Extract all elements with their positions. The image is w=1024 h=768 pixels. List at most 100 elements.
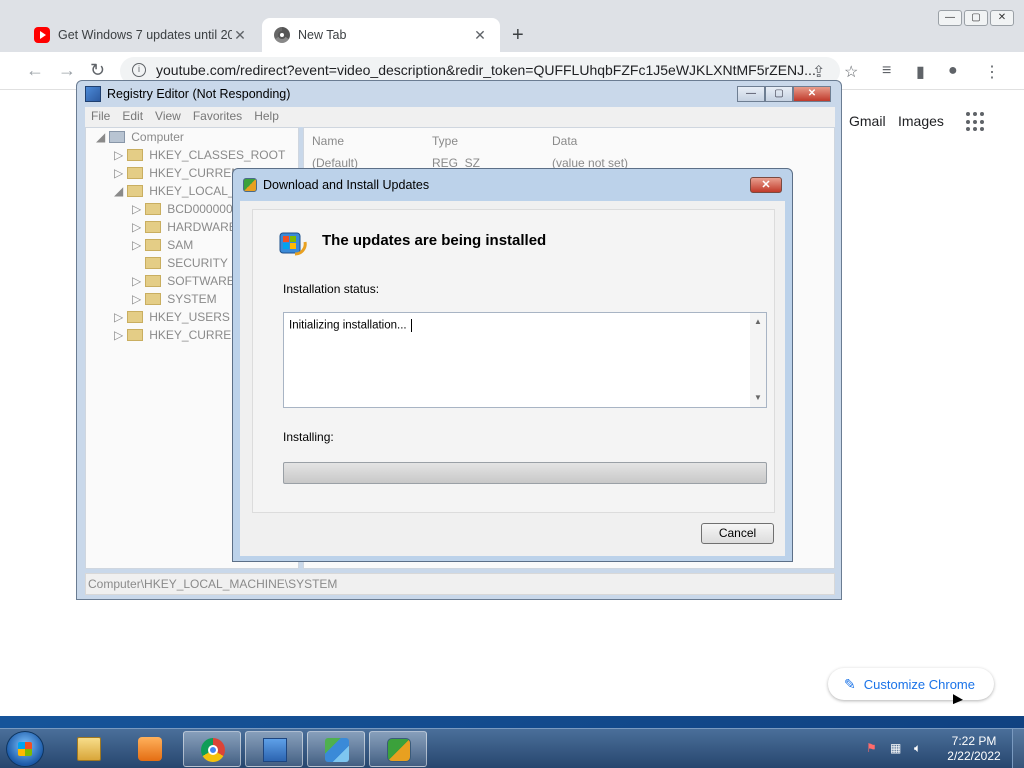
- folder-icon: [127, 329, 144, 341]
- tree-item-hardware[interactable]: ▷ HARDWARE: [132, 220, 237, 234]
- taskbar-windows-update[interactable]: [369, 731, 427, 767]
- folder-icon: [77, 737, 101, 761]
- status-scrollbar[interactable]: ▲ ▼: [750, 313, 766, 407]
- windows-update-icon: [279, 232, 307, 256]
- taskbar: ⚑ ▦ 🔈︎ 7:22 PM 2/22/2022: [0, 728, 1024, 768]
- status-text: Initializing installation...: [289, 319, 412, 332]
- dialog-heading: The updates are being installed: [322, 232, 547, 249]
- windows-update-icon: [387, 738, 411, 762]
- side-panel-icon[interactable]: ▮: [916, 62, 925, 82]
- folder-icon: [145, 221, 162, 233]
- tree-item-hku[interactable]: ▷ HKEY_USERS: [114, 310, 230, 324]
- installation-status-box[interactable]: Initializing installation... ▲ ▼: [283, 312, 767, 408]
- volume-icon[interactable]: 🔈︎: [914, 741, 921, 756]
- tree-item-sam[interactable]: ▷ SAM: [132, 238, 193, 252]
- minimize-button[interactable]: —: [737, 86, 765, 102]
- share-icon[interactable]: ⇪: [812, 62, 825, 82]
- tab-close-icon[interactable]: ✕: [472, 27, 488, 44]
- maximize-button[interactable]: ▢: [964, 10, 988, 26]
- menu-view[interactable]: View: [155, 109, 181, 125]
- close-button[interactable]: ✕: [750, 177, 782, 193]
- chrome-icon: [274, 27, 290, 43]
- taskbar-installer[interactable]: [307, 731, 365, 767]
- menu-file[interactable]: File: [91, 109, 110, 125]
- folder-icon: [127, 149, 144, 161]
- tree-item-hkcc[interactable]: ▷ HKEY_CURRENT: [114, 328, 247, 342]
- taskbar-regedit[interactable]: [245, 731, 303, 767]
- close-button[interactable]: ✕: [793, 86, 831, 102]
- profile-avatar-icon[interactable]: ●: [948, 62, 958, 80]
- tree-item-security[interactable]: ▷SECURITY: [132, 256, 228, 270]
- taskbar-chrome[interactable]: [183, 731, 241, 767]
- column-header-name[interactable]: Name: [312, 134, 344, 148]
- back-button[interactable]: ←: [26, 60, 44, 81]
- scroll-down-icon[interactable]: ▼: [750, 391, 766, 405]
- column-header-type[interactable]: Type: [432, 134, 458, 148]
- regedit-icon: [263, 738, 287, 762]
- new-tab-button[interactable]: +: [512, 24, 524, 47]
- action-center-flag-icon[interactable]: ⚑: [866, 741, 877, 755]
- title-bar[interactable]: Download and Install Updates ✕: [233, 169, 792, 199]
- tree-item-bcd[interactable]: ▷ BCD0000000: [132, 202, 239, 216]
- close-button[interactable]: ✕: [990, 10, 1014, 26]
- tab-close-icon[interactable]: ✕: [232, 27, 248, 44]
- clock[interactable]: 7:22 PM 2/22/2022: [944, 734, 1004, 764]
- content-panel: The updates are being installed Installa…: [252, 209, 775, 513]
- clock-time: 7:22 PM: [951, 734, 997, 748]
- tree-item-computer[interactable]: ◢ Computer: [96, 130, 184, 144]
- installing-label: Installing:: [283, 430, 334, 444]
- taskbar-explorer[interactable]: [60, 731, 118, 767]
- regedit-icon: [85, 86, 101, 102]
- clock-date: 2/22/2022: [947, 749, 1001, 763]
- tree-item-hkcu[interactable]: ▷ HKEY_CURRENT: [114, 166, 247, 180]
- computer-icon: [109, 131, 126, 143]
- tree-item-hkcr[interactable]: ▷ HKEY_CLASSES_ROOT: [114, 148, 285, 162]
- tree-item-hklm[interactable]: ◢ HKEY_LOCAL_M: [114, 184, 245, 198]
- chrome-icon: [201, 738, 225, 762]
- menu-kebab-icon[interactable]: ⋮: [984, 62, 1000, 82]
- scroll-up-icon[interactable]: ▲: [750, 315, 766, 329]
- show-desktop-button[interactable]: [1012, 729, 1024, 768]
- menu-help[interactable]: Help: [254, 109, 279, 125]
- dialog-body: The updates are being installed Installa…: [240, 201, 785, 556]
- site-info-icon[interactable]: i: [132, 63, 146, 77]
- tab-new-tab[interactable]: New Tab ✕: [262, 18, 500, 52]
- installer-icon: [325, 738, 349, 762]
- tab-youtube[interactable]: Get Windows 7 updates until 20 ✕: [22, 18, 260, 52]
- media-queue-icon[interactable]: ≡: [882, 62, 891, 80]
- title-bar[interactable]: Registry Editor (Not Responding) — ▢ ✕: [77, 81, 841, 107]
- minimize-button[interactable]: —: [938, 10, 962, 26]
- network-icon[interactable]: ▦: [890, 741, 901, 755]
- cancel-button[interactable]: Cancel: [701, 523, 774, 544]
- folder-icon: [127, 185, 144, 197]
- start-button[interactable]: [6, 731, 44, 767]
- windows-update-icon: [243, 178, 257, 192]
- gmail-link[interactable]: Gmail: [849, 113, 886, 129]
- youtube-icon: [34, 27, 50, 43]
- folder-icon: [127, 311, 144, 323]
- folder-icon: [145, 257, 162, 269]
- window-controls: — ▢ ✕: [737, 86, 831, 102]
- tree-item-system[interactable]: ▷ SYSTEM: [132, 292, 217, 306]
- customize-chrome-button[interactable]: ✎ Customize Chrome: [828, 668, 994, 700]
- pencil-icon: ✎: [844, 675, 856, 692]
- column-header-data[interactable]: Data: [552, 134, 577, 148]
- menu-edit[interactable]: Edit: [122, 109, 143, 125]
- maximize-button[interactable]: ▢: [765, 86, 793, 102]
- window-title: Registry Editor (Not Responding): [107, 87, 291, 101]
- bookmark-star-icon[interactable]: ☆: [844, 62, 858, 82]
- tab-title: Get Windows 7 updates until 20: [58, 28, 232, 42]
- images-link[interactable]: Images: [898, 113, 944, 129]
- folder-icon: [145, 239, 162, 251]
- status-bar: Computer\HKEY_LOCAL_MACHINE\SYSTEM: [85, 573, 835, 595]
- folder-icon: [127, 167, 144, 179]
- folder-icon: [145, 203, 162, 215]
- menu-favorites[interactable]: Favorites: [193, 109, 242, 125]
- dialog-title: Download and Install Updates: [263, 178, 430, 192]
- forward-button[interactable]: →: [58, 60, 76, 81]
- taskbar-media-player[interactable]: [121, 731, 179, 767]
- reload-button[interactable]: ↻: [90, 60, 105, 81]
- tree-item-software[interactable]: ▷ SOFTWARE: [132, 274, 235, 288]
- apps-grid-icon[interactable]: [966, 112, 986, 132]
- url-text: youtube.com/redirect?event=video_descrip…: [156, 62, 816, 78]
